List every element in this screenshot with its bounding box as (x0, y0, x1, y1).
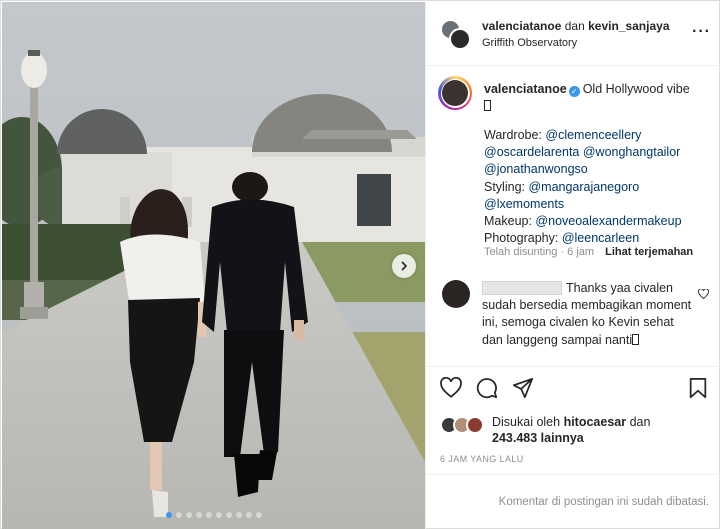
more-options-button[interactable]: ··· (692, 24, 711, 40)
collab-usernames: valenciatanoe dan kevin_sanjaya (482, 19, 670, 33)
carousel-dot (205, 512, 212, 518)
username-link[interactable]: valenciatanoe (482, 19, 561, 33)
likes-suffix[interactable]: lainnya (541, 431, 584, 445)
heart-icon (440, 376, 462, 398)
caption-credit-line: Makeup: @noveoalexandermakeup (484, 213, 714, 230)
save-button[interactable] (688, 377, 708, 402)
likes-and: dan (629, 415, 651, 429)
edited-timestamp: Telah disunting · 6 jam (484, 246, 595, 258)
bookmark-icon (689, 377, 707, 399)
comment-button[interactable] (476, 377, 498, 402)
caption-credits: Wardrobe: @clemenceellery @oscardelarenta… (484, 127, 714, 247)
post-actions-bar (426, 366, 720, 410)
instagram-post-window: valenciatanoe dan kevin_sanjaya Griffith… (0, 0, 720, 529)
caption-credit-line: Photography: @leencarleen (484, 230, 714, 247)
comment-icon (476, 378, 498, 399)
likes-text: Disukai oleh hitocaesar dan 243.483 lain… (492, 414, 712, 446)
collab-avatars[interactable] (440, 19, 472, 51)
mention-link[interactable]: @jonathanwongso (484, 162, 588, 176)
comments-disabled-text: Komentar di postingan ini sudah dibatasi… (498, 496, 709, 508)
mention-link[interactable]: @leencarleen (562, 231, 639, 245)
next-photo-button[interactable] (392, 254, 416, 278)
more-horizontal-icon: ··· (692, 23, 711, 40)
carousel-dot (245, 512, 252, 518)
username-link[interactable]: hitocaesar (564, 415, 627, 429)
conjunction-text: dan (564, 19, 585, 33)
avatar (449, 28, 471, 50)
mention-link[interactable]: @clemenceellery (545, 128, 641, 142)
caption-credit-line: @oscardelarenta @wonghangtailor (484, 144, 714, 161)
chevron-right-icon (401, 261, 408, 271)
mention-link[interactable]: @oscardelarenta @wonghangtailor (484, 145, 680, 159)
comments-disabled-notice: Komentar di postingan ini sudah dibatasi… (426, 474, 720, 529)
carousel-dot (165, 512, 172, 518)
likes-prefix: Disukai oleh (492, 415, 561, 429)
verified-badge-icon: ✓ (568, 86, 580, 97)
caption-text: Old Hollywood vibe (582, 82, 690, 96)
credit-label: Styling: (484, 179, 529, 194)
caption-credit-line: @jonathanwongso (484, 161, 714, 178)
carousel-dot (175, 512, 182, 518)
credit-label: Photography: (484, 231, 562, 246)
emoji-glyph-icon (484, 100, 491, 111)
share-button[interactable] (512, 377, 534, 402)
carousel-dot (225, 512, 232, 518)
see-translation-link[interactable]: Lihat terjemahan (605, 246, 693, 258)
post-timestamp[interactable]: 6 JAM YANG LALU (440, 454, 524, 464)
comment-text: Thanks yaa civalen sudah bersedia membag… (482, 280, 692, 349)
liker-avatars (440, 416, 490, 436)
caption-header: valenciatanoe ✓ Old Hollywood vibe (484, 81, 714, 115)
story-ring-avatar[interactable] (438, 76, 472, 110)
username-link[interactable]: valenciatanoe (484, 82, 567, 96)
emoji-glyph-icon (632, 333, 640, 345)
caption-credit-line: Styling: @mangarajanegoro (484, 179, 714, 196)
comment-body: Thanks yaa civalen sudah bersedia membag… (482, 281, 692, 347)
caption-credit-line: @lxemoments (484, 196, 714, 213)
share-icon (512, 377, 534, 399)
like-button[interactable] (440, 376, 462, 402)
carousel-dot (215, 512, 222, 518)
post-side-panel: valenciatanoe dan kevin_sanjaya Griffith… (425, 2, 720, 529)
caption-section: valenciatanoe ✓ Old Hollywood vibe Wardrob… (426, 66, 720, 366)
username-link[interactable]: kevin_sanjaya (588, 19, 669, 33)
mention-link[interactable]: @mangarajanegoro (528, 180, 639, 194)
carousel-dot (185, 512, 192, 518)
avatar[interactable] (442, 280, 470, 308)
caption-meta: Telah disunting · 6 jam Lihat terjemahan (484, 246, 693, 258)
mention-link[interactable]: @noveoalexandermakeup (535, 214, 681, 228)
couple-at-observatory-photo (2, 2, 425, 529)
heart-icon (698, 288, 709, 300)
likes-count[interactable]: 243.483 (492, 431, 537, 445)
post-header: valenciatanoe dan kevin_sanjaya Griffith… (426, 2, 720, 66)
carousel-indicator (2, 512, 425, 518)
carousel-dot (255, 512, 262, 518)
credit-label: Makeup: (484, 214, 536, 229)
avatar (466, 416, 484, 434)
caption-credit-line: Wardrobe: @clemenceellery (484, 127, 714, 144)
location-link[interactable]: Griffith Observatory (482, 37, 577, 49)
mention-link[interactable]: @lxemoments (484, 197, 564, 211)
post-photo[interactable] (2, 2, 425, 529)
avatar (442, 80, 468, 106)
like-comment-button[interactable] (698, 288, 709, 302)
carousel-dot (195, 512, 202, 518)
carousel-dot (235, 512, 242, 518)
credit-label: Wardrobe: (484, 128, 546, 142)
